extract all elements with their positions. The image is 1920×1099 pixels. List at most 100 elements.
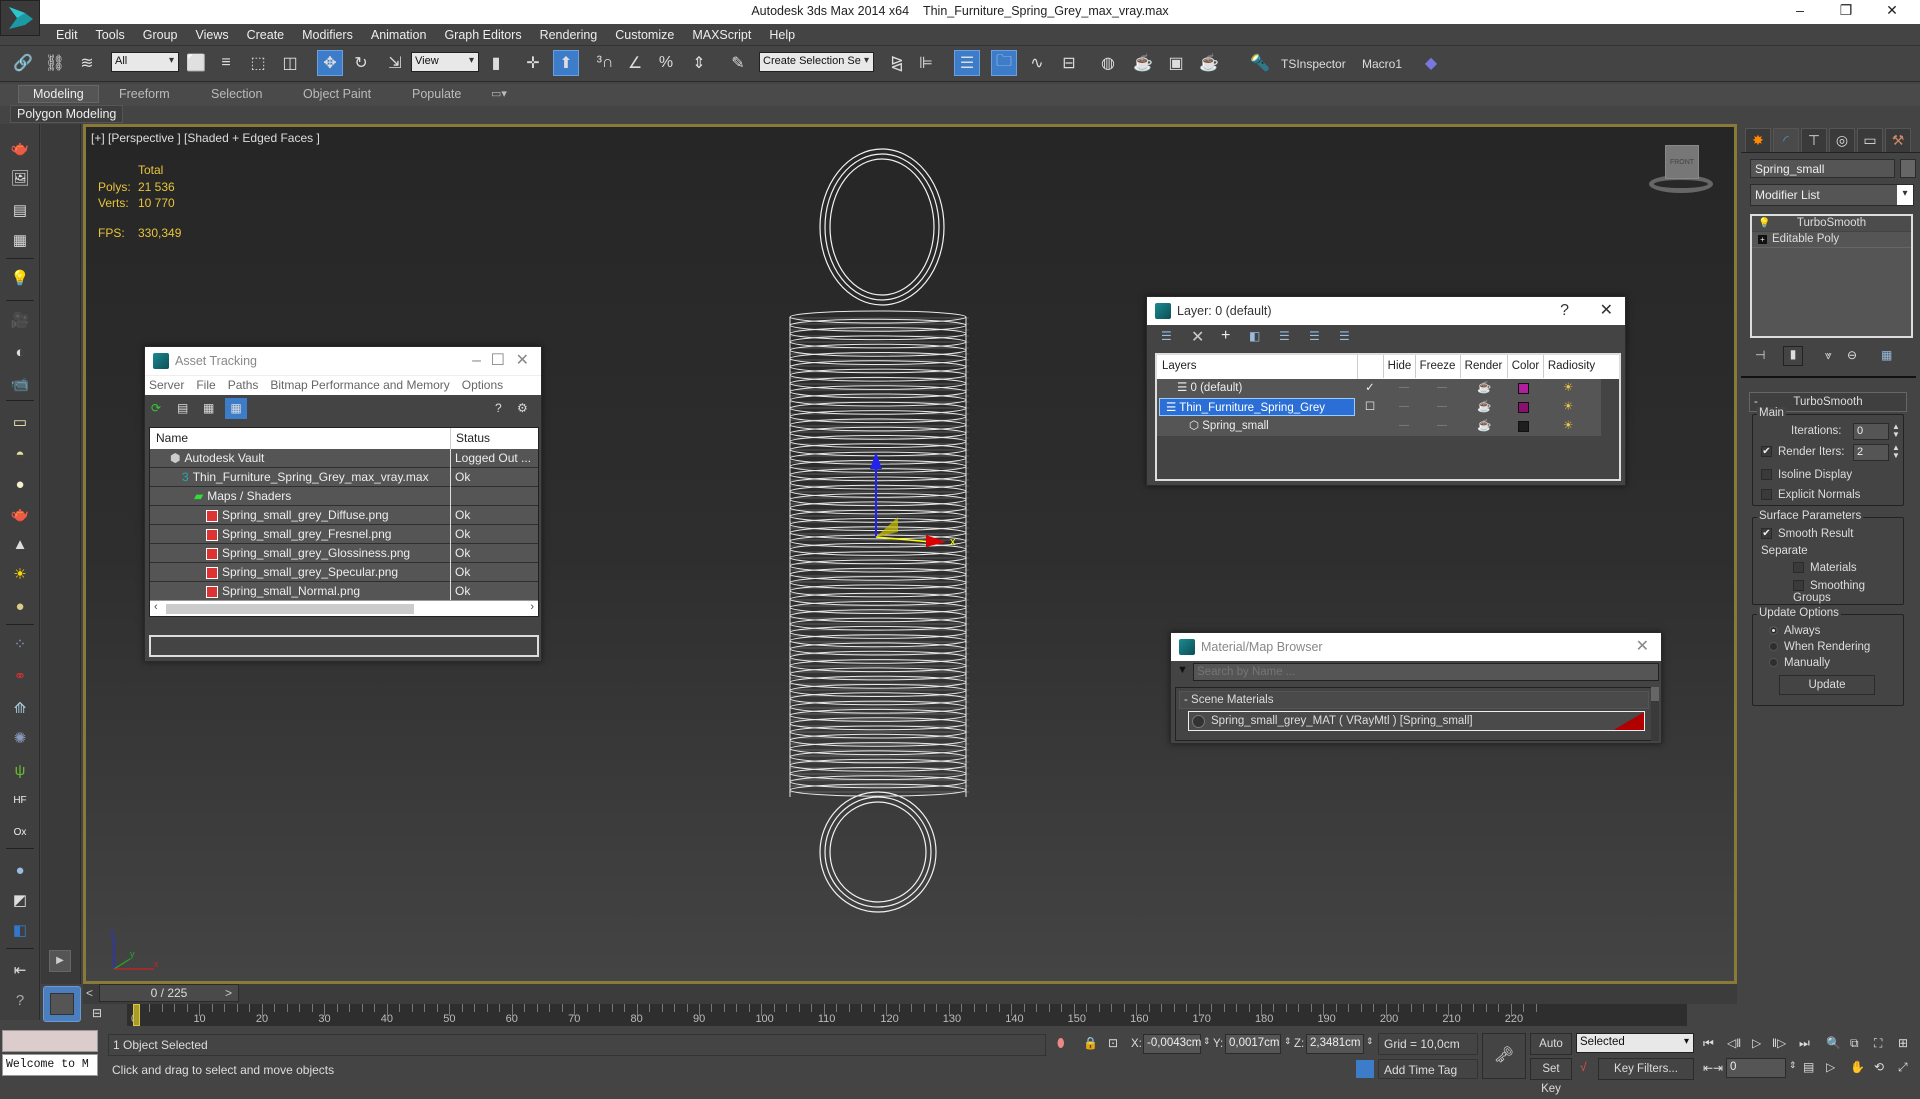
curve-editor-icon[interactable]: ∿ bbox=[1024, 50, 1050, 76]
asset-row[interactable]: Spring_small_grey_Diffuse.png Ok bbox=[150, 506, 538, 525]
options-dropdown-icon[interactable]: ▼ bbox=[1177, 664, 1188, 676]
use-pivot-icon[interactable]: ▮ bbox=[483, 50, 509, 76]
teapot-icon[interactable]: 🫖 bbox=[8, 136, 32, 160]
select-manipulate-icon[interactable]: ✛ bbox=[520, 50, 546, 76]
render-list-icon[interactable]: ▤ bbox=[8, 198, 32, 222]
hair-fur-icon[interactable]: HF bbox=[8, 788, 32, 812]
dome-light-icon[interactable]: ◓ bbox=[8, 442, 32, 466]
radio-manually[interactable]: Manually bbox=[1769, 657, 1830, 669]
isoline-display-checkbox[interactable]: Isoline Display bbox=[1761, 469, 1852, 481]
asset-row[interactable]: ▰ Maps / Shaders bbox=[150, 487, 538, 506]
freeze-toggle[interactable]: — bbox=[1437, 398, 1447, 416]
viewport-layout-button[interactable] bbox=[43, 986, 81, 1022]
maximize-viewport-icon[interactable]: ⤢ bbox=[1898, 1060, 1908, 1075]
sun-icon[interactable]: ☀ bbox=[8, 562, 32, 586]
spinner-snap-icon[interactable]: ⇕ bbox=[686, 50, 712, 76]
tab-modify-icon[interactable]: ◜ bbox=[1773, 128, 1799, 152]
light-lister-icon[interactable]: 💡 bbox=[8, 266, 32, 290]
flashlight-icon[interactable]: 🔦 bbox=[1247, 50, 1273, 76]
prev-frame-button[interactable]: < bbox=[86, 986, 93, 1000]
layer-color-swatch[interactable] bbox=[1518, 402, 1529, 413]
auto-key-button[interactable]: Auto Key bbox=[1530, 1033, 1572, 1070]
new-layer-icon[interactable]: ☰ bbox=[1161, 329, 1172, 343]
vertical-scrollbar[interactable] bbox=[1651, 687, 1659, 741]
layer-explorer-icon[interactable]: ☰ bbox=[954, 50, 980, 76]
time-tag-icon[interactable] bbox=[1356, 1060, 1374, 1078]
hide-toggle[interactable]: — bbox=[1399, 379, 1409, 397]
render-teapot-icon[interactable]: ☕ bbox=[1477, 417, 1491, 435]
iterations-spinner[interactable]: 0 bbox=[1853, 423, 1889, 440]
smooth-result-checkbox[interactable]: ✔ Smooth Result bbox=[1761, 528, 1853, 540]
material-sphere-icon[interactable]: ● bbox=[8, 858, 32, 882]
tree-view-icon[interactable]: ▦ bbox=[203, 401, 214, 415]
grass-icon[interactable]: ψ bbox=[8, 758, 32, 782]
menu-options[interactable]: Options bbox=[462, 378, 503, 392]
tab-utilities-icon[interactable]: ⚒ bbox=[1885, 128, 1911, 152]
import-icon[interactable]: ⇤ bbox=[8, 958, 32, 982]
menu-server[interactable]: Server bbox=[149, 378, 184, 392]
pan-view-icon[interactable]: ✋ bbox=[1850, 1060, 1865, 1074]
refresh-icon[interactable]: ⟳ bbox=[151, 401, 161, 415]
viewcube[interactable]: FRONT bbox=[1641, 137, 1721, 197]
help-button[interactable]: ? bbox=[1560, 297, 1569, 325]
select-scale-icon[interactable]: ⇲ bbox=[382, 50, 408, 76]
structure-icon[interactable]: ⟰ bbox=[8, 696, 32, 720]
select-move-icon[interactable]: ✥ bbox=[317, 50, 343, 76]
material-search-input[interactable] bbox=[1193, 663, 1659, 681]
expand-icon[interactable]: + bbox=[1758, 235, 1767, 244]
tab-display-icon[interactable]: ▭ bbox=[1857, 128, 1883, 152]
menu-edit[interactable]: Edit bbox=[47, 24, 87, 46]
asset-row[interactable]: 3 Thin_Furniture_Spring_Grey_max_vray.max… bbox=[150, 468, 538, 487]
angle-snap-icon[interactable]: ∠ bbox=[622, 50, 648, 76]
select-objects-in-layer-icon[interactable]: ◧ bbox=[1249, 329, 1260, 343]
column-layers[interactable]: Layers bbox=[1162, 355, 1197, 378]
key-mode-toggle-icon[interactable]: ⇤⇥ bbox=[1703, 1061, 1723, 1075]
x-spinner[interactable]: ⇕ bbox=[1203, 1036, 1211, 1047]
go-to-end-icon[interactable]: ⏭ bbox=[1799, 1036, 1810, 1051]
tab-freeform[interactable]: Freeform bbox=[119, 87, 170, 101]
time-slider[interactable]: < 0 / 225 > bbox=[83, 984, 1737, 1004]
table-view-icon[interactable]: ▦ bbox=[225, 398, 247, 419]
viewport-label[interactable]: [+] [Perspective ] [Shaded + Edged Faces… bbox=[91, 131, 320, 145]
menu-rendering[interactable]: Rendering bbox=[531, 24, 607, 46]
zoom-extents-icon[interactable]: ⛶ bbox=[1874, 1036, 1882, 1051]
tab-hierarchy-icon[interactable]: ⊤ bbox=[1801, 128, 1827, 152]
isolate-selection-icon[interactable]: ⬮ bbox=[1057, 1036, 1065, 1051]
freeze-toggle[interactable]: — bbox=[1437, 379, 1447, 397]
highlight-selected-icon[interactable]: ☰ bbox=[1279, 329, 1290, 343]
asset-tracking-titlebar[interactable]: Asset Tracking – ☐ ✕ bbox=[145, 347, 541, 375]
layer-dialog-titlebar[interactable]: Layer: 0 (default) ? ✕ bbox=[1147, 297, 1625, 325]
camera-sphere-icon[interactable]: ◐ bbox=[8, 340, 32, 364]
object-name-field[interactable]: Spring_small bbox=[1750, 159, 1895, 178]
add-selection-icon[interactable]: + bbox=[1221, 327, 1230, 345]
menu-modifiers[interactable]: Modifiers bbox=[293, 24, 362, 46]
column-freeze[interactable]: Freeze bbox=[1415, 355, 1459, 378]
column-hide[interactable]: Hide bbox=[1383, 355, 1415, 378]
hide-freeze-icon[interactable]: ☰ bbox=[1309, 329, 1320, 343]
current-frame-field[interactable]: 0 bbox=[1726, 1058, 1786, 1078]
zoom-extents-all-icon[interactable]: ⊞ bbox=[1898, 1036, 1908, 1050]
add-time-tag-button[interactable]: Add Time Tag bbox=[1378, 1059, 1478, 1079]
tsinspector-button[interactable]: TSInspector bbox=[1281, 57, 1346, 71]
asset-path-field[interactable] bbox=[149, 635, 539, 657]
maxscript-mini-listener[interactable]: Welcome to M bbox=[2, 1054, 98, 1076]
material-editor-icon[interactable]: ◍ bbox=[1095, 50, 1121, 76]
selection-filter-dropdown[interactable]: All ▾ bbox=[111, 52, 179, 72]
layer-row[interactable]: ⬡ Spring_small — — ☕ ☀ bbox=[1157, 417, 1601, 436]
menu-views[interactable]: Views bbox=[186, 24, 237, 46]
previous-frame-icon[interactable]: ◁‖ bbox=[1727, 1036, 1741, 1050]
absolute-mode-icon[interactable]: ⊡ bbox=[1108, 1036, 1118, 1050]
zoom-all-icon[interactable]: ⧉ bbox=[1850, 1036, 1859, 1051]
key-filters-button[interactable]: Key Filters... bbox=[1598, 1058, 1694, 1080]
mesh-light-icon[interactable]: 🫖 bbox=[8, 502, 32, 526]
link-icon[interactable]: 🔗 bbox=[10, 50, 36, 76]
render-iters-spin-arrows[interactable]: ▲ ▼ bbox=[1892, 444, 1900, 460]
time-configuration-icon[interactable]: ▤ bbox=[1803, 1060, 1814, 1074]
y-coordinate-field[interactable]: 0,0017cm bbox=[1225, 1034, 1281, 1054]
stack-item-turbosmooth[interactable]: 💡 TurboSmooth bbox=[1752, 216, 1911, 232]
plane-light-icon[interactable]: ▭ bbox=[8, 410, 32, 434]
fur-ball-icon[interactable]: ✺ bbox=[8, 726, 32, 750]
zoom-icon[interactable]: 🔍 bbox=[1826, 1036, 1841, 1050]
hide-toggle[interactable]: — bbox=[1399, 417, 1409, 435]
current-layer-toggle[interactable]: ☐ bbox=[1361, 398, 1379, 416]
